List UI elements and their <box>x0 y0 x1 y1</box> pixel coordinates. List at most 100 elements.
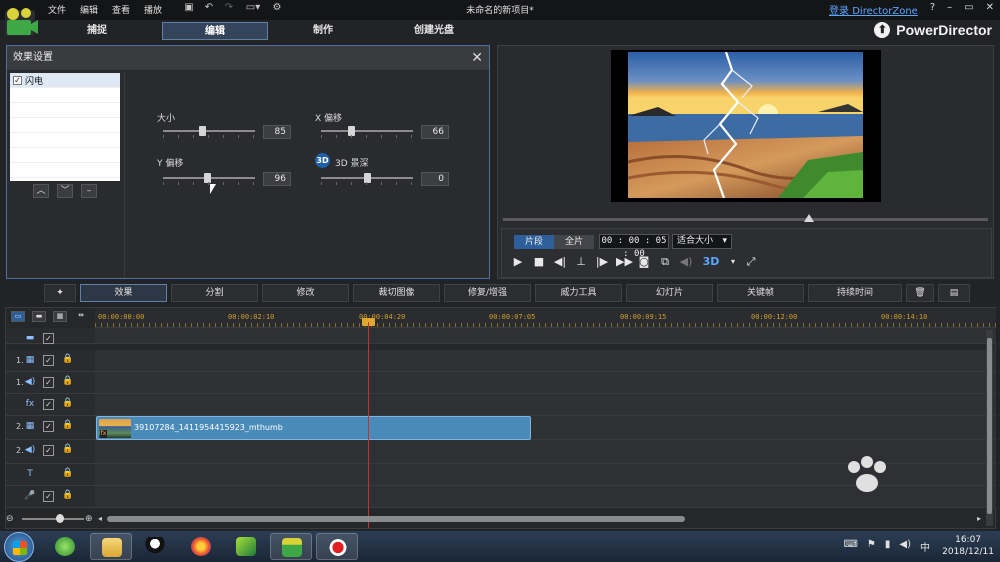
track-enable-checkbox[interactable]: ✓ <box>43 399 54 410</box>
minimize-icon[interactable]: – <box>947 2 952 17</box>
preview-scrubber-track[interactable] <box>503 218 988 221</box>
track-manager-icon[interactable]: ▦ <box>53 311 67 322</box>
track-lane[interactable] <box>95 350 996 372</box>
taskbar-clock[interactable]: 16:07 2018/12/11 <box>942 534 994 558</box>
track-enable-checkbox[interactable]: ✓ <box>43 355 54 366</box>
chevron-down-icon[interactable]: ▾ <box>729 255 737 269</box>
move-up-button[interactable]: ︿ <box>33 184 49 198</box>
fit-size-select[interactable]: 适合大小 <box>672 234 732 249</box>
tab-edit[interactable]: 编辑 <box>162 22 268 40</box>
taskbar-app-360[interactable] <box>44 533 86 560</box>
camera-icon[interactable]: ◙ <box>637 255 651 269</box>
video-clip[interactable]: fx 39107284_1411954415923_mthumb <box>96 416 531 440</box>
tab-create-disc[interactable]: 创建光盘 <box>381 22 487 40</box>
size-value[interactable]: 85 <box>263 125 291 139</box>
trash-icon[interactable]: 🗑 <box>906 284 934 302</box>
zoom-in-icon[interactable]: ⊕ <box>85 514 93 524</box>
x-offset-slider[interactable] <box>321 126 413 138</box>
magic-wand-icon[interactable]: ✦ <box>44 284 76 302</box>
split-button[interactable]: 分割 <box>171 284 258 302</box>
upgrade-arrow-icon[interactable]: ⬆ <box>874 22 891 38</box>
timeline-view-icon[interactable]: ▭ <box>11 311 25 322</box>
duration-button[interactable]: 持续时间 <box>808 284 902 302</box>
crop-image-button[interactable]: 裁切图像 <box>353 284 440 302</box>
lock-icon[interactable]: 🔒 <box>62 354 73 366</box>
keyframe-button[interactable]: 关键帧 <box>717 284 804 302</box>
lock-icon[interactable]: 🔒 <box>62 398 73 410</box>
track-enable-checkbox[interactable]: ✓ <box>43 377 54 388</box>
taskbar-app-qq[interactable] <box>134 533 176 560</box>
effect-checkbox[interactable]: ✓ <box>13 75 22 85</box>
slider-tick <box>223 182 224 185</box>
flag-icon[interactable]: ⚑ <box>867 539 876 554</box>
login-link[interactable]: 登录 DirectorZone <box>829 2 918 17</box>
slideshow-button[interactable]: 幻灯片 <box>626 284 713 302</box>
fix-enhance-button[interactable]: 修复/增强 <box>444 284 531 302</box>
preview-scrubber-thumb[interactable] <box>804 214 814 222</box>
help-button[interactable]: ? <box>930 2 935 17</box>
move-down-button[interactable]: ﹀ <box>57 184 73 198</box>
next-frame-icon[interactable]: |▶ <box>595 255 609 269</box>
lock-icon[interactable]: 🔒 <box>62 468 73 480</box>
clip-mode-button[interactable]: 片段 <box>514 235 554 249</box>
track-lane[interactable] <box>95 328 996 344</box>
depth-value[interactable]: 0 <box>421 172 449 186</box>
lock-icon[interactable]: 🔒 <box>62 490 73 502</box>
effect-button[interactable]: 效果 <box>80 284 167 302</box>
close-icon[interactable]: ✕ <box>986 2 994 17</box>
zoom-out-icon[interactable]: ⊖ <box>6 514 14 524</box>
remove-button[interactable]: – <box>81 184 97 198</box>
undock-icon[interactable]: ⧉ <box>658 255 672 269</box>
tab-capture[interactable]: 捕捉 <box>44 22 150 40</box>
lock-icon[interactable]: 🔒 <box>62 376 73 388</box>
split-icon[interactable]: ⊥ <box>574 255 588 269</box>
fast-forward-icon[interactable]: ▶▶ <box>616 255 633 269</box>
network-icon[interactable]: ▮ <box>885 539 891 554</box>
timecode-display[interactable]: 00 : 00 : 05 : 00 <box>599 234 669 259</box>
maximize-icon[interactable]: ▭ <box>964 2 973 17</box>
volume-icon[interactable]: ◀) <box>679 255 693 269</box>
track-lane[interactable] <box>95 372 996 394</box>
y-offset-value[interactable]: 96 <box>263 172 291 186</box>
timeline-ruler[interactable]: 00:00:00:00 00:00:02:10 00:00:04:20 00:0… <box>95 308 996 328</box>
taskbar-app-recorder[interactable] <box>316 533 358 560</box>
fit-timeline-icon[interactable]: ⇹ <box>74 311 88 322</box>
zoom-slider[interactable] <box>22 518 84 520</box>
library-icon[interactable]: ▤ <box>938 284 970 302</box>
modify-button[interactable]: 修改 <box>262 284 349 302</box>
fullscreen-icon[interactable]: ⤢ <box>744 255 758 269</box>
keyboard-icon[interactable]: ⌨ <box>843 539 857 554</box>
track-enable-checkbox[interactable]: ✓ <box>43 333 54 344</box>
taskbar-app-player[interactable] <box>225 533 267 560</box>
3d-mode-button[interactable]: 3D <box>700 255 722 269</box>
power-tools-button[interactable]: 威力工具 <box>535 284 622 302</box>
track-enable-checkbox[interactable]: ✓ <box>43 445 54 456</box>
taskbar-app-powerdirector[interactable] <box>270 533 312 560</box>
depth-slider[interactable] <box>321 173 413 185</box>
lock-icon[interactable]: 🔒 <box>62 444 73 456</box>
slider-thumb[interactable] <box>199 126 206 136</box>
storyboard-view-icon[interactable]: ▬ <box>32 311 46 322</box>
taskbar-app-firefox[interactable] <box>180 533 222 560</box>
input-method-icon[interactable]: 中 <box>920 539 930 554</box>
scroll-left-icon[interactable]: ◂ <box>98 514 102 523</box>
track-enable-checkbox[interactable]: ✓ <box>43 491 54 502</box>
list-item[interactable]: ✓ 闪电 <box>10 73 120 88</box>
movie-mode-button[interactable]: 全片 <box>554 235 594 249</box>
size-slider[interactable] <box>163 126 255 138</box>
stop-icon[interactable]: ■ <box>532 255 546 269</box>
track-lane[interactable] <box>95 394 996 416</box>
play-icon[interactable]: ▶ <box>511 255 525 269</box>
close-icon[interactable]: ✕ <box>471 46 483 70</box>
track-enable-checkbox[interactable]: ✓ <box>43 421 54 432</box>
tab-produce[interactable]: 制作 <box>270 22 376 40</box>
start-button[interactable] <box>4 532 34 562</box>
prev-frame-icon[interactable]: ◀| <box>553 255 567 269</box>
taskbar-app-explorer[interactable] <box>90 533 132 560</box>
lock-icon[interactable]: 🔒 <box>62 420 73 432</box>
y-offset-slider[interactable] <box>163 173 255 185</box>
volume-icon[interactable]: ◀) <box>899 539 911 554</box>
x-offset-value[interactable]: 66 <box>421 125 449 139</box>
zoom-slider-thumb[interactable] <box>56 514 64 523</box>
timeline-horizontal-scrollbar[interactable] <box>107 516 685 522</box>
